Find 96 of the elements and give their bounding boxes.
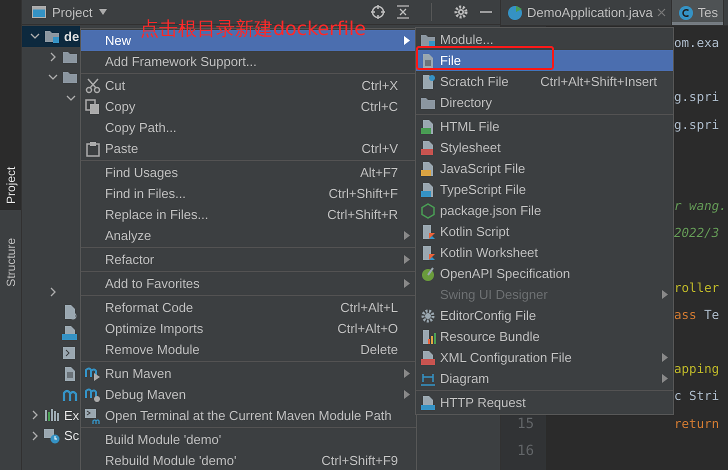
- menu-item[interactable]: Module...: [416, 29, 673, 50]
- settings-icon[interactable]: [454, 5, 468, 19]
- code-line: roller: [674, 280, 720, 295]
- menu-item[interactable]: Add to Favorites: [81, 273, 416, 294]
- menu-item[interactable]: Diagram: [416, 368, 673, 389]
- css-file-icon: [420, 140, 436, 156]
- menu-item[interactable]: Replace in Files... Ctrl+Shift+R: [81, 204, 416, 225]
- code-line: r wang.: [674, 198, 727, 214]
- panel-title-button[interactable]: Project: [32, 4, 108, 20]
- menu-item[interactable]: HTTP Request: [416, 392, 673, 413]
- menu-item[interactable]: Cut Ctrl+X: [81, 75, 416, 96]
- crosshair-icon[interactable]: [371, 5, 385, 19]
- chevron-down-icon[interactable]: [66, 93, 76, 104]
- tool-window-tab[interactable]: Project: [0, 0, 21, 210]
- collapse-all-icon[interactable]: [397, 5, 409, 19]
- window-icon: [32, 6, 46, 18]
- menu-item[interactable]: Stylesheet: [416, 137, 673, 158]
- menu-item[interactable]: Reformat Code Ctrl+Alt+L: [81, 297, 416, 318]
- bar-chart-icon: [420, 328, 436, 344]
- menu-item[interactable]: Resource Bundle: [416, 326, 673, 347]
- menu-item[interactable]: Copy Path...: [81, 117, 416, 138]
- minimize-icon[interactable]: [480, 10, 492, 14]
- menu-item[interactable]: Analyze: [81, 225, 416, 246]
- code-line: return: [674, 416, 720, 431]
- tool-window-tab[interactable]: Structure: [0, 210, 21, 293]
- arches-play-icon: [85, 366, 101, 382]
- clipboard-icon: [85, 140, 101, 156]
- menu-item[interactable]: TypeScript File: [416, 179, 673, 200]
- terminal-clock-icon: [44, 428, 60, 444]
- module-folder-icon: [44, 28, 60, 44]
- gear-icon: [420, 308, 436, 324]
- menu-item[interactable]: Scratch File Ctrl+Alt+Shift+Insert: [416, 71, 673, 92]
- menu-item[interactable]: XML Configuration File: [416, 347, 673, 368]
- menu-item[interactable]: Run Maven: [81, 363, 416, 384]
- code-line: ass Te: [674, 306, 720, 322]
- menu-item[interactable]: HTML File: [416, 116, 673, 137]
- menu-item[interactable]: JavaScript File: [416, 158, 673, 179]
- code-line: g.spri: [674, 116, 720, 132]
- code-line: 2022/3: [674, 225, 720, 240]
- menu-item[interactable]: Kotlin Script: [416, 221, 673, 242]
- document-icon: [62, 366, 78, 382]
- menu-item[interactable]: Open Terminal at the Current Maven Module Path: [81, 405, 416, 426]
- tree-row[interactable]: de: [22, 26, 80, 47]
- menu-item[interactable]: package.json File: [416, 200, 673, 221]
- chevron-right-icon[interactable]: [48, 286, 58, 297]
- bar-chart-icon: [44, 407, 60, 424]
- folder-icon: [62, 69, 78, 86]
- menu-item[interactable]: EditorConfig File: [416, 305, 673, 326]
- menu-item[interactable]: Paste Ctrl+V: [81, 138, 416, 159]
- menu-item[interactable]: Directory: [416, 92, 673, 113]
- js-file-icon: [420, 160, 436, 176]
- menu-item[interactable]: Debug Maven: [81, 384, 416, 405]
- code-line: g.spri: [674, 89, 720, 104]
- gauge-icon: [420, 266, 436, 282]
- scissors-icon: [85, 78, 101, 94]
- terminal-icon: [85, 408, 101, 424]
- close-icon[interactable]: [656, 8, 666, 17]
- html-file-icon: [420, 118, 436, 134]
- document-icon: [62, 304, 78, 320]
- class-icon: [678, 4, 694, 20]
- menu-item[interactable]: Find in Files... Ctrl+Shift+F: [81, 183, 416, 204]
- dropdown-caret-icon: [98, 9, 108, 15]
- chevron-right-icon[interactable]: [30, 410, 40, 420]
- menu-item[interactable]: Refactor: [81, 249, 416, 270]
- tree-row[interactable]: Ex: [22, 404, 80, 426]
- editor-tab[interactable]: DemoApplication.java: [501, 0, 672, 25]
- menu-item[interactable]: Rebuild Module 'demo' Ctrl+Shift+F9: [81, 450, 416, 470]
- document-icon: [420, 74, 436, 90]
- xml-file-icon: [420, 350, 436, 366]
- code-line: c Stri: [674, 388, 720, 404]
- chevron-down-icon[interactable]: [48, 72, 58, 82]
- code-line: om.exa: [674, 35, 720, 50]
- terminal-file-icon: [62, 345, 78, 362]
- arches-bug-icon: [85, 386, 101, 402]
- menu-item[interactable]: Build Module 'demo': [81, 429, 416, 450]
- document-icon: [420, 52, 436, 68]
- chevron-right-icon[interactable]: [30, 430, 40, 441]
- menu-item[interactable]: OpenAPI Specification: [416, 263, 673, 284]
- menu-item[interactable]: Find Usages Alt+F7: [81, 162, 416, 183]
- menu-item[interactable]: Remove Module Delete: [81, 339, 416, 360]
- menu-item[interactable]: Optimize Imports Ctrl+Alt+O: [81, 318, 416, 339]
- menu-item[interactable]: Copy Ctrl+C: [81, 96, 416, 117]
- chevron-right-icon[interactable]: [48, 52, 58, 62]
- tree-row[interactable]: Sc: [22, 425, 80, 446]
- editor-tab[interactable]: Tes: [672, 0, 724, 25]
- ts-file-icon: [420, 182, 436, 198]
- kotlin-file-icon: [420, 224, 436, 240]
- api-file-icon: [420, 394, 436, 410]
- md-file-icon: [62, 324, 78, 341]
- menu-item[interactable]: Add Framework Support...: [81, 51, 416, 72]
- copy-icon: [85, 98, 101, 114]
- chevron-down-icon[interactable]: [30, 31, 40, 42]
- menu-item[interactable]: Kotlin Worksheet: [416, 242, 673, 263]
- code-line: apping: [674, 361, 720, 376]
- kotlin-file-icon: [420, 244, 436, 260]
- hexagon-icon: [420, 202, 436, 218]
